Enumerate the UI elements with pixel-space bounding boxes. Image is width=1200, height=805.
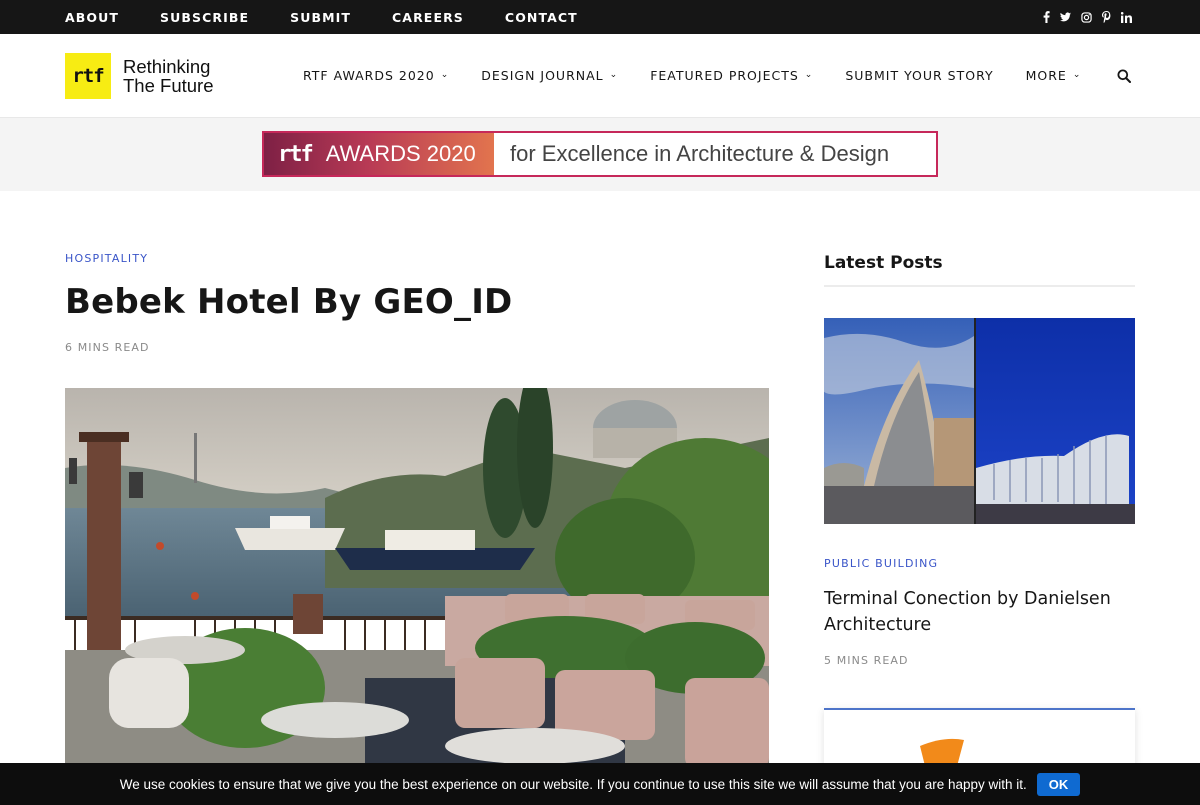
sidebar-title: Latest Posts	[824, 253, 943, 273]
latest-post-image[interactable]	[824, 318, 1135, 524]
main-nav: RTF AWARDS 2020 ⌄ DESIGN JOURNAL ⌄ FEATU…	[303, 34, 1113, 117]
nav-label: RTF AWARDS 2020	[303, 68, 435, 83]
chevron-down-icon: ⌄	[804, 69, 814, 80]
chevron-down-icon: ⌄	[1072, 69, 1082, 80]
nav-label: FEATURED PROJECTS	[650, 68, 799, 83]
article-hero-image	[65, 388, 769, 768]
awards-banner-left: rtf AWARDS 2020	[264, 133, 494, 175]
social-links	[1043, 0, 1132, 34]
next-post-card[interactable]	[824, 708, 1135, 768]
ad-strip: rtf AWARDS 2020 for Excellence in Archit…	[0, 117, 1200, 191]
nav-rtf-awards[interactable]: RTF AWARDS 2020 ⌄	[303, 68, 449, 83]
awards-banner[interactable]: rtf AWARDS 2020 for Excellence in Archit…	[262, 131, 938, 177]
top-nav-about[interactable]: ABOUT	[65, 10, 119, 25]
nav-label: MORE	[1025, 68, 1067, 83]
article-category[interactable]: HOSPITALITY	[65, 252, 148, 265]
top-nav: ABOUT SUBSCRIBE SUBMIT CAREERS CONTACT	[65, 0, 619, 34]
logo-wordmark: Rethinking The Future	[123, 57, 214, 95]
nav-featured-projects[interactable]: FEATURED PROJECTS ⌄	[650, 68, 813, 83]
linkedin-icon[interactable]	[1121, 11, 1132, 23]
cookie-message: We use cookies to ensure that we give yo…	[119, 776, 1027, 792]
instagram-icon[interactable]	[1081, 11, 1092, 23]
pinterest-icon[interactable]	[1102, 11, 1111, 23]
twitter-icon[interactable]	[1060, 12, 1071, 22]
banner-awards-text: AWARDS 2020	[325, 141, 476, 166]
sidebar-divider	[824, 285, 1135, 287]
chevron-down-icon: ⌄	[440, 69, 450, 80]
nav-label: SUBMIT YOUR STORY	[845, 68, 994, 83]
logo-line-2: The Future	[123, 75, 214, 96]
chevron-down-icon: ⌄	[609, 69, 619, 80]
latest-post-category[interactable]: PUBLIC BUILDING	[824, 557, 938, 570]
nav-label: DESIGN JOURNAL	[481, 68, 604, 83]
nav-more[interactable]: MORE ⌄	[1026, 68, 1082, 83]
site-logo[interactable]: rtf Rethinking The Future	[65, 53, 214, 99]
latest-post-title[interactable]: Terminal Conection by Danielsen Architec…	[824, 586, 1124, 638]
facebook-icon[interactable]	[1043, 11, 1050, 23]
logo-mark-text: rtf	[72, 65, 104, 87]
cookie-banner: We use cookies to ensure that we give yo…	[0, 763, 1200, 805]
site-header: rtf Rethinking The Future RTF AWARDS 202…	[0, 34, 1200, 117]
article-read-time: 6 MINS READ	[65, 341, 150, 354]
top-nav-subscribe[interactable]: SUBSCRIBE	[160, 10, 249, 25]
top-nav-contact[interactable]: CONTACT	[505, 10, 578, 25]
search-icon[interactable]	[1117, 68, 1131, 83]
top-nav-careers[interactable]: CAREERS	[392, 10, 464, 25]
article-title: Bebek Hotel By GEO_ID	[65, 282, 513, 322]
banner-logo-mark: rtf	[278, 141, 314, 167]
logo-line-1: Rethinking	[123, 56, 211, 77]
top-nav-submit[interactable]: SUBMIT	[290, 10, 351, 25]
top-bar: ABOUT SUBSCRIBE SUBMIT CAREERS CONTACT	[0, 0, 1200, 34]
nav-submit-your-story[interactable]: SUBMIT YOUR STORY	[845, 68, 993, 83]
nav-design-journal[interactable]: DESIGN JOURNAL ⌄	[481, 68, 618, 83]
banner-tagline: for Excellence in Architecture & Design	[510, 141, 890, 166]
logo-mark: rtf	[65, 53, 111, 99]
cookie-ok-button[interactable]: OK	[1036, 772, 1081, 796]
latest-post-read-time: 5 MINS READ	[824, 654, 909, 667]
